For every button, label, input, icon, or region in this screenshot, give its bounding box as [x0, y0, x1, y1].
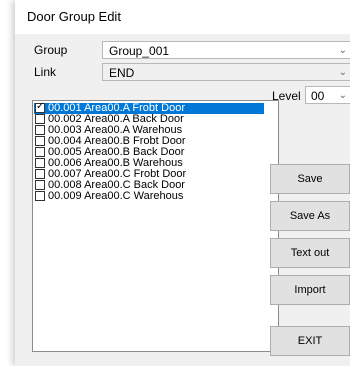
link-value: END — [109, 66, 135, 80]
door-list[interactable]: ✓ 00.001 Area00.A Frobt Door 00.002 Area… — [32, 100, 279, 352]
title-bar[interactable]: Door Group Edit — [15, 0, 350, 34]
group-value: Group_001 — [109, 44, 170, 58]
window-title: Door Group Edit — [27, 9, 121, 24]
screen: Door Group Edit Group Group_001 ⌄ Link E… — [0, 0, 350, 366]
level-dropdown[interactable]: 00 ⌄ — [305, 86, 350, 104]
door-checkbox[interactable] — [35, 191, 45, 201]
door-group-edit-dialog: Door Group Edit Group Group_001 ⌄ Link E… — [15, 0, 350, 366]
check-icon: ✓ — [36, 101, 45, 112]
import-button[interactable]: Import — [270, 275, 350, 305]
door-checkbox[interactable] — [35, 169, 45, 179]
door-checkbox[interactable] — [35, 158, 45, 168]
group-label: Group — [34, 43, 68, 57]
door-checkbox[interactable] — [35, 147, 45, 157]
door-checkbox[interactable] — [35, 180, 45, 190]
door-checkbox[interactable]: ✓ — [35, 101, 45, 113]
chevron-down-icon: ⌄ — [338, 67, 347, 78]
level-value: 00 — [311, 89, 325, 103]
background-window — [0, 0, 14, 366]
chevron-down-icon: ⌄ — [338, 90, 347, 101]
link-label: Link — [34, 65, 57, 79]
save-button[interactable]: Save — [270, 164, 350, 194]
group-dropdown[interactable]: Group_001 ⌄ — [102, 41, 350, 59]
door-checkbox[interactable] — [35, 114, 45, 124]
text-out-button[interactable]: Text out — [270, 238, 350, 268]
door-checkbox[interactable] — [35, 125, 45, 135]
list-item[interactable]: 00.009 Area00.C Warehous — [34, 191, 264, 202]
link-dropdown[interactable]: END ⌄ — [102, 63, 350, 81]
exit-button[interactable]: EXIT — [270, 326, 350, 356]
chevron-down-icon: ⌄ — [338, 45, 347, 56]
save-as-button[interactable]: Save As — [270, 201, 350, 231]
door-checkbox[interactable] — [35, 136, 45, 146]
